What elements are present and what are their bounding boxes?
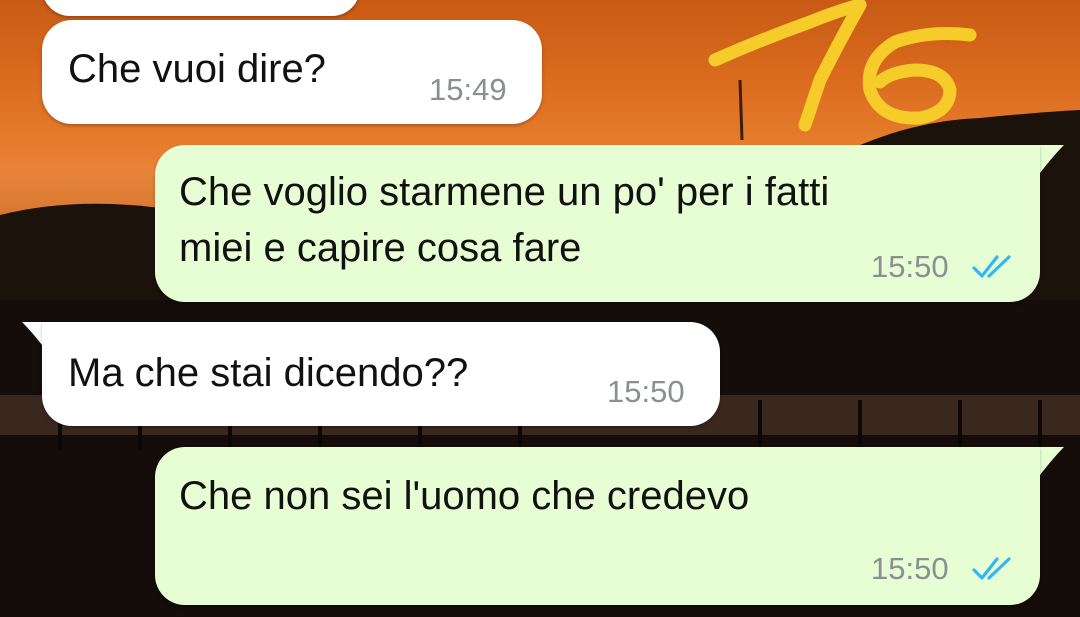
message-text-line: miei e capire cosa fare — [179, 226, 582, 270]
message-text: Ma che stai dicendo?? — [68, 351, 469, 395]
message-text: Che non sei l'uomo che credevo — [179, 474, 750, 518]
message-bubble-incoming[interactable]: Ma che stai dicendo?? 15:50 — [42, 322, 720, 426]
message-bubble-outgoing[interactable]: Che non sei l'uomo che credevo 15:50 — [155, 447, 1040, 605]
message-timestamp: 15:50 — [871, 551, 949, 586]
double-check-icon — [972, 255, 1011, 278]
previous-message-bubble[interactable] — [42, 0, 360, 16]
bubble-tail — [1040, 447, 1064, 475]
message-timestamp: 15:50 — [607, 374, 685, 409]
message-bubble-outgoing[interactable]: Che voglio starmene un po' per i fatti m… — [155, 145, 1040, 302]
message-bubble-incoming[interactable]: Che vuoi dire? 15:49 — [42, 20, 542, 124]
message-timestamp: 15:49 — [429, 72, 507, 107]
message-timestamp: 15:50 — [871, 249, 949, 284]
message-text-line: Che voglio starmene un po' per i fatti — [179, 170, 830, 214]
message-text: Che vuoi dire? — [68, 47, 326, 91]
double-check-icon — [972, 557, 1011, 580]
handwritten-16-annotation — [708, 0, 977, 132]
bubble-tail — [1040, 145, 1064, 173]
